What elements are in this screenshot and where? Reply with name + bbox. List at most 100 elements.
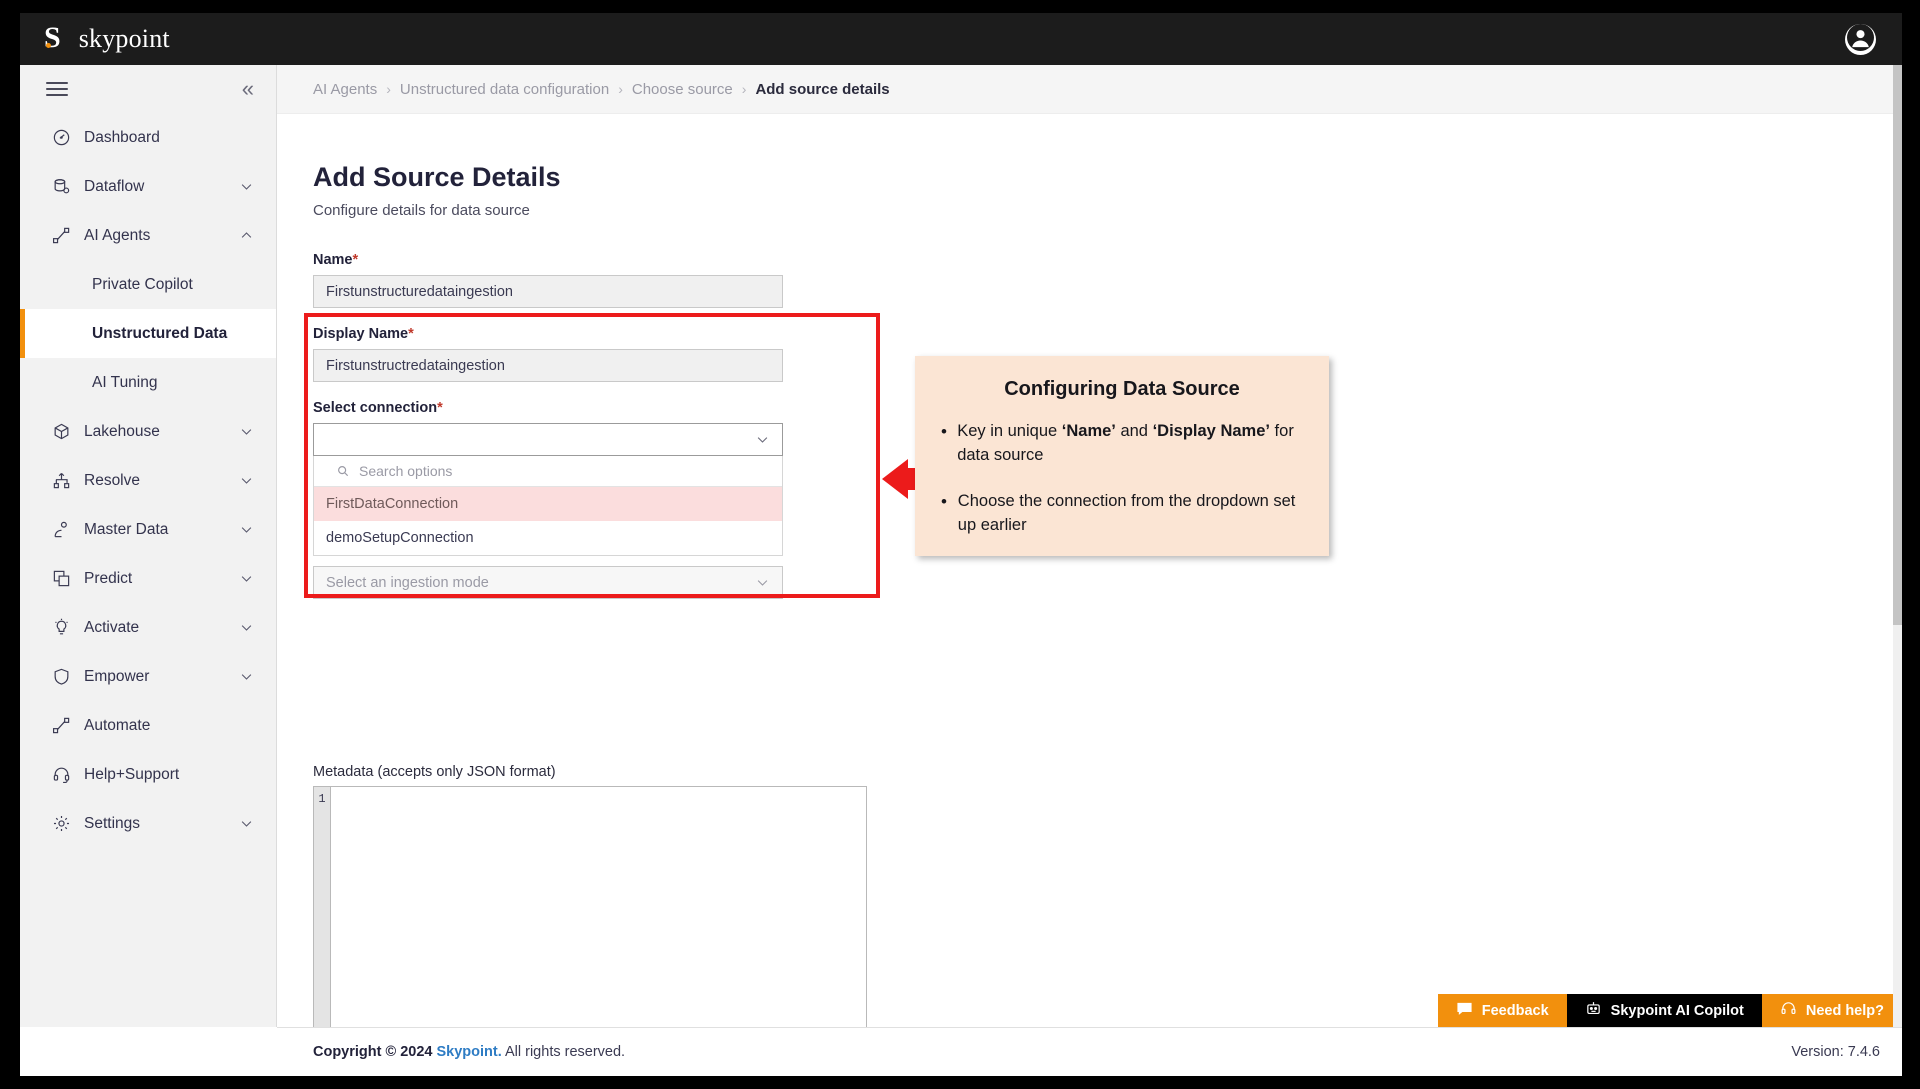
merge-icon bbox=[50, 470, 72, 492]
dropdown-option-label: FirstDataConnection bbox=[326, 496, 458, 512]
copy-squares-icon bbox=[50, 568, 72, 590]
sidebar-item-label: Dashboard bbox=[84, 129, 276, 147]
brand-name: skypoint bbox=[79, 24, 170, 54]
dropdown-option-demo-setup-connection[interactable]: demoSetupConnection bbox=[314, 521, 782, 555]
sidebar-item-empower[interactable]: Empower bbox=[20, 652, 276, 701]
magnifier-icon bbox=[336, 464, 350, 478]
page-title: Add Source Details bbox=[313, 162, 561, 193]
sidebar-item-label: Unstructured Data bbox=[92, 325, 276, 343]
bullet-point-icon: • bbox=[941, 420, 957, 468]
callout-title: Configuring Data Source bbox=[941, 378, 1303, 401]
help-button-bar: Feedback Skypoint AI Copilot Need help? bbox=[1438, 994, 1902, 1027]
cube-icon bbox=[50, 421, 72, 443]
sidebar-item-dataflow[interactable]: Dataflow bbox=[20, 162, 276, 211]
skypoint-ai-copilot-button[interactable]: Skypoint AI Copilot bbox=[1567, 994, 1762, 1027]
sidebar-item-label: Settings bbox=[84, 815, 239, 833]
brand-logo[interactable]: S skypoint bbox=[44, 24, 170, 54]
select-connection-field-label: Select connection* bbox=[313, 400, 783, 416]
app-window: S skypoint « Dashboard Da bbox=[20, 13, 1902, 1076]
callout-bullet-text: Choose the connection from the dropdown … bbox=[958, 490, 1303, 538]
chevron-down-icon bbox=[239, 522, 254, 537]
dropdown-search-row[interactable]: Search options bbox=[314, 456, 782, 487]
double-chevron-left-icon[interactable]: « bbox=[242, 78, 254, 100]
chevron-down-icon bbox=[239, 179, 254, 194]
breadcrumb-item-unstructured-data-configuration[interactable]: Unstructured data configuration bbox=[400, 81, 609, 98]
user-avatar-button[interactable] bbox=[1845, 24, 1876, 55]
ingestion-mode-dropdown[interactable]: Select an ingestion mode bbox=[313, 566, 783, 599]
sidebar-item-unstructured-data[interactable]: Unstructured Data bbox=[20, 309, 276, 358]
version-label: Version: 7.4.6 bbox=[1791, 1044, 1880, 1060]
sidebar-item-predict[interactable]: Predict bbox=[20, 554, 276, 603]
metadata-label: Metadata (accepts only JSON format) bbox=[313, 764, 556, 780]
sidebar-item-resolve[interactable]: Resolve bbox=[20, 456, 276, 505]
breadcrumb-separator-icon: › bbox=[742, 81, 747, 97]
chevron-down-icon bbox=[239, 571, 254, 586]
sidebar-item-settings[interactable]: Settings bbox=[20, 799, 276, 848]
display-name-input[interactable]: Firstunstructredataingestion bbox=[313, 349, 783, 382]
chevron-down-icon bbox=[755, 575, 770, 590]
sidebar-item-label: Help+Support bbox=[84, 766, 276, 784]
person-gear-icon bbox=[50, 519, 72, 541]
metadata-editor-textarea[interactable] bbox=[331, 787, 866, 1057]
nodes-icon bbox=[50, 225, 72, 247]
name-field-label: Name* bbox=[313, 252, 783, 268]
sidebar-item-label: Predict bbox=[84, 570, 239, 588]
need-help-button-label: Need help? bbox=[1806, 1003, 1884, 1019]
need-help-button[interactable]: Need help? bbox=[1762, 994, 1902, 1027]
vertical-scrollbar[interactable] bbox=[1893, 65, 1902, 1027]
callout-bullet: • Key in unique ‘Name’ and ‘Display Name… bbox=[941, 420, 1303, 468]
chevron-down-icon bbox=[755, 432, 770, 447]
headset-icon bbox=[1780, 1000, 1797, 1021]
sidebar-item-lakehouse[interactable]: Lakehouse bbox=[20, 407, 276, 456]
sidebar-header: « bbox=[20, 65, 276, 113]
ingestion-mode-placeholder: Select an ingestion mode bbox=[326, 575, 489, 591]
breadcrumb: AI Agents › Unstructured data configurat… bbox=[277, 65, 1902, 114]
breadcrumb-item-choose-source[interactable]: Choose source bbox=[632, 81, 733, 98]
sidebar-item-ai-agents[interactable]: AI Agents bbox=[20, 211, 276, 260]
chat-bubble-icon bbox=[1456, 1000, 1473, 1021]
chevron-down-icon bbox=[239, 620, 254, 635]
dropdown-search-input: Search options bbox=[359, 463, 452, 479]
dropdown-option-first-data-connection[interactable]: FirstDataConnection bbox=[314, 487, 782, 521]
copyright-label: Copyright © 2024 bbox=[313, 1044, 437, 1060]
skypoint-logo-mark: S bbox=[44, 23, 61, 53]
annotation-callout: Configuring Data Source • Key in unique … bbox=[915, 356, 1329, 556]
sidebar-item-label: AI Tuning bbox=[92, 374, 276, 392]
callout-bullet-text: Key in unique ‘Name’ and ‘Display Name’ … bbox=[957, 420, 1303, 468]
metadata-json-editor[interactable]: 1 bbox=[313, 786, 867, 1058]
breadcrumb-item-add-source-details: Add source details bbox=[755, 81, 889, 98]
copyright-text: Copyright © 2024 Skypoint. All rights re… bbox=[313, 1044, 625, 1060]
skypoint-link[interactable]: Skypoint. bbox=[437, 1044, 502, 1060]
sidebar-item-automate[interactable]: Automate bbox=[20, 701, 276, 750]
headset-icon bbox=[50, 764, 72, 786]
database-gear-icon bbox=[50, 176, 72, 198]
sidebar-item-label: Lakehouse bbox=[84, 423, 239, 441]
sidebar-item-label: AI Agents bbox=[84, 227, 239, 245]
callout-bullet: • Choose the connection from the dropdow… bbox=[941, 490, 1303, 538]
sidebar-item-label: Private Copilot bbox=[92, 276, 276, 294]
breadcrumb-item-ai-agents[interactable]: AI Agents bbox=[313, 81, 377, 98]
hamburger-menu-icon[interactable] bbox=[46, 78, 68, 100]
scrollbar-thumb[interactable] bbox=[1893, 65, 1902, 625]
feedback-button[interactable]: Feedback bbox=[1438, 994, 1567, 1027]
sidebar-item-private-copilot[interactable]: Private Copilot bbox=[20, 260, 276, 309]
chevron-down-icon bbox=[239, 424, 254, 439]
select-connection-dropdown[interactable] bbox=[313, 423, 783, 456]
sidebar-item-label: Empower bbox=[84, 668, 239, 686]
sidebar-item-ai-tuning[interactable]: AI Tuning bbox=[20, 358, 276, 407]
user-avatar-icon bbox=[1847, 24, 1874, 56]
top-bar: S skypoint bbox=[20, 13, 1902, 65]
copilot-button-label: Skypoint AI Copilot bbox=[1611, 1003, 1744, 1019]
sidebar-item-label: Dataflow bbox=[84, 178, 239, 196]
sidebar-item-dashboard[interactable]: Dashboard bbox=[20, 113, 276, 162]
shield-icon bbox=[50, 666, 72, 688]
display-name-field-label: Display Name* bbox=[313, 326, 783, 342]
sidebar-item-master-data[interactable]: Master Data bbox=[20, 505, 276, 554]
page-subtitle: Configure details for data source bbox=[313, 202, 530, 219]
editor-line-number: 1 bbox=[314, 787, 331, 1057]
gear-icon bbox=[50, 813, 72, 835]
sidebar-item-help-support[interactable]: Help+Support bbox=[20, 750, 276, 799]
name-input[interactable]: Firstunstructuredataingestion bbox=[313, 275, 783, 308]
connection-dropdown-panel: Search options FirstDataConnection demoS… bbox=[313, 456, 783, 556]
sidebar-item-activate[interactable]: Activate bbox=[20, 603, 276, 652]
